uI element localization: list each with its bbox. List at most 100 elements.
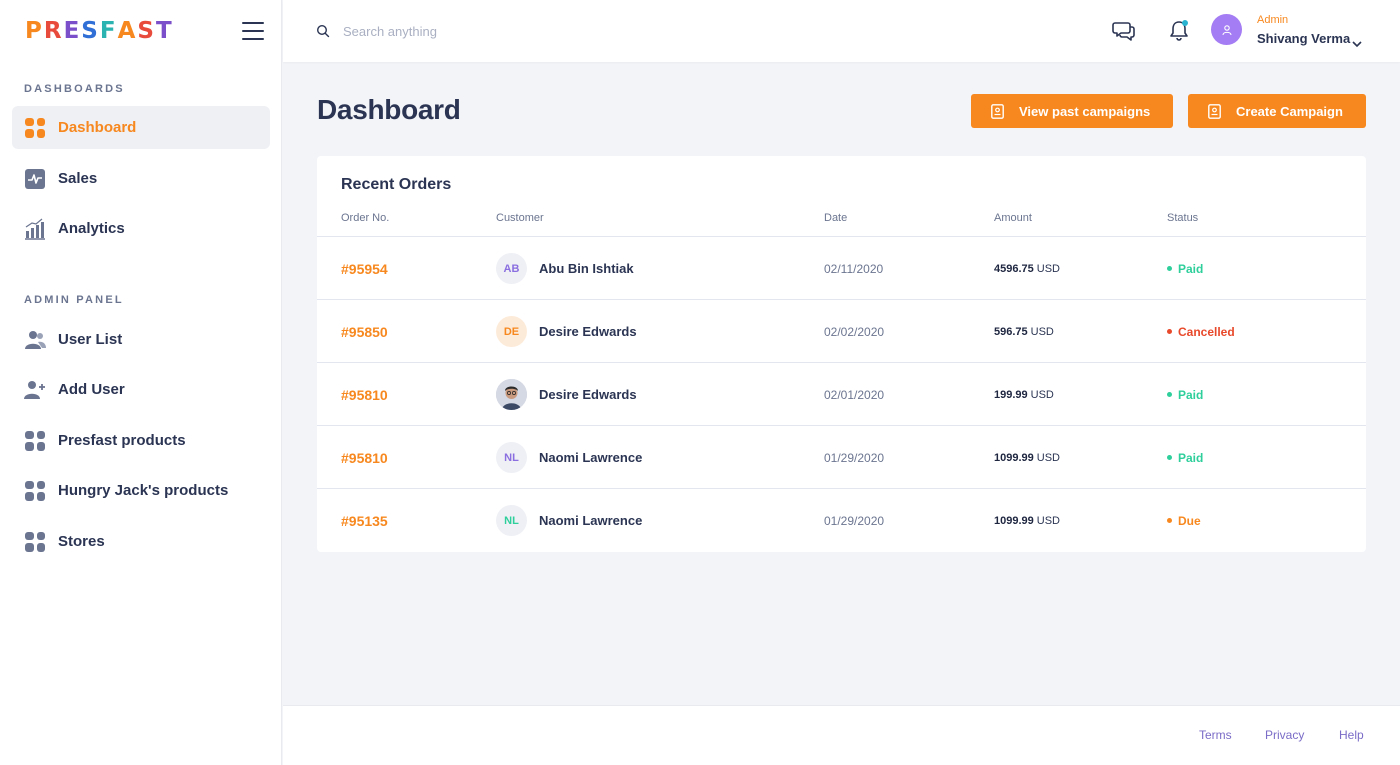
page-title: Dashboard [317,94,461,125]
status-badge: Paid [1167,262,1203,276]
sidebar-item-presfast-products[interactable]: Presfast products [12,419,270,462]
status-dot [1167,266,1172,271]
chevron-down-icon[interactable] [1352,35,1362,48]
currency-unit: USD [1030,325,1054,338]
table-row[interactable]: #95135 NL Naomi Lawrence 01/29/2020 1099… [317,489,1366,552]
status-label: Due [1178,513,1201,528]
logo-letter: F [99,18,118,44]
status-label: Paid [1178,261,1204,276]
order-amount: 199.99 [994,388,1028,401]
order-date: 01/29/2020 [824,450,885,465]
document-icon [991,103,1004,119]
customer-name: Naomi Lawrence [539,513,643,528]
order-amount: 4596.75 [994,262,1034,275]
bar-chart-icon [24,218,46,240]
view-past-campaigns-button[interactable]: View past campaigns [971,94,1173,128]
order-date: 01/29/2020 [824,513,885,528]
column-header-order-no: Order No. [341,212,390,224]
logo-letter: A [117,18,138,44]
avatar: NL [496,442,527,473]
bell-icon[interactable] [1167,19,1191,43]
order-amount: 1099.99 [994,514,1034,527]
grid-icon [24,430,46,452]
brand-logo[interactable]: P R E S F A S T [25,18,174,46]
button-label: Create Campaign [1236,103,1343,119]
order-amount: 596.75 [994,325,1028,338]
table-row[interactable]: #95850 DE Desire Edwards 02/02/2020 596.… [317,300,1366,363]
logo-letter: T [155,18,174,44]
order-amount: 1099.99 [994,451,1034,464]
sidebar-item-analytics[interactable]: Analytics [12,207,270,250]
avatar: NL [496,505,527,536]
section-label-dashboards: DASHBOARDS [24,83,125,95]
order-date: 02/01/2020 [824,387,885,402]
hamburger-menu-icon[interactable] [242,22,264,40]
table-row[interactable]: #95954 AB Abu Bin Ishtiak 02/11/2020 459… [317,237,1366,300]
user-avatar[interactable] [1211,14,1242,45]
section-label-admin: ADMIN PANEL [24,294,124,306]
status-label: Cancelled [1178,324,1235,339]
order-number[interactable]: #95954 [341,261,388,277]
grid-icon [24,531,46,553]
search-icon [316,24,330,38]
sidebar-item-hungry-jacks-products[interactable]: Hungry Jack's products [12,469,270,512]
status-dot [1167,518,1172,523]
sidebar-item-sales[interactable]: Sales [12,157,270,200]
sidebar-item-user-list[interactable]: User List [12,318,270,361]
logo-letter: S [81,18,100,44]
sidebar-item-dashboard[interactable]: Dashboard [12,106,270,149]
status-badge: Due [1167,514,1201,528]
table-row[interactable]: #95810 NL Naomi Lawrence 01/29/2020 1099… [317,426,1366,489]
order-date: 02/02/2020 [824,324,885,339]
sidebar-item-label: Hungry Jack's products [58,482,229,499]
search-input[interactable] [343,18,643,44]
sidebar-item-label: Dashboard [58,119,137,136]
user-name[interactable]: Shivang Verma [1257,31,1350,46]
user-role: Admin [1257,14,1289,26]
user-photo-icon [496,379,527,410]
sidebar-item-label: User List [58,331,123,348]
document-icon [1208,103,1221,119]
currency-unit: USD [1036,514,1060,527]
user-plus-icon [24,379,46,401]
sidebar-item-label: Sales [58,170,98,187]
avatar: AB [496,253,527,284]
logo-letter: S [137,18,156,44]
customer-name: Desire Edwards [539,387,637,402]
order-number[interactable]: #95810 [341,387,388,403]
status-dot [1167,392,1172,397]
table-row[interactable]: #95810 Desire Edwards 02/01/2020 199.99 U… [317,363,1366,426]
users-icon [24,329,46,351]
order-date: 02/11/2020 [824,261,884,276]
footer-link-help[interactable]: Help [1339,728,1364,742]
order-number[interactable]: #95850 [341,324,388,340]
customer-name: Abu Bin Ishtiak [539,261,634,276]
footer-link-privacy[interactable]: Privacy [1265,728,1304,742]
status-badge: Cancelled [1167,325,1235,339]
status-dot [1167,329,1172,334]
recent-orders-card: Recent Orders Order No. Customer Date Am… [317,156,1366,552]
button-label: View past campaigns [1019,103,1151,119]
sidebar-item-label: Stores [58,533,105,550]
status-label: Paid [1178,387,1204,402]
customer-name: Desire Edwards [539,324,637,339]
grid-icon [24,480,46,502]
create-campaign-button[interactable]: Create Campaign [1188,94,1366,128]
status-dot [1167,455,1172,460]
sidebar-item-add-user[interactable]: Add User [12,368,270,411]
status-badge: Paid [1167,451,1203,465]
currency-unit: USD [1036,262,1060,275]
footer-link-terms[interactable]: Terms [1199,728,1232,742]
sidebar-item-stores[interactable]: Stores [12,520,270,563]
order-number[interactable]: #95135 [341,513,388,529]
logo-letter: R [43,18,64,44]
sidebar: P R E S F A S T DASHBOARDS Dashboard Sal… [0,0,282,765]
grid-icon [24,117,46,139]
chat-icon[interactable] [1112,19,1136,43]
customer-name: Naomi Lawrence [539,450,643,465]
order-number[interactable]: #95810 [341,450,388,466]
avatar: DE [496,316,527,347]
avatar [496,379,527,410]
column-header-amount: Amount [994,212,1032,224]
column-header-status: Status [1167,212,1199,224]
